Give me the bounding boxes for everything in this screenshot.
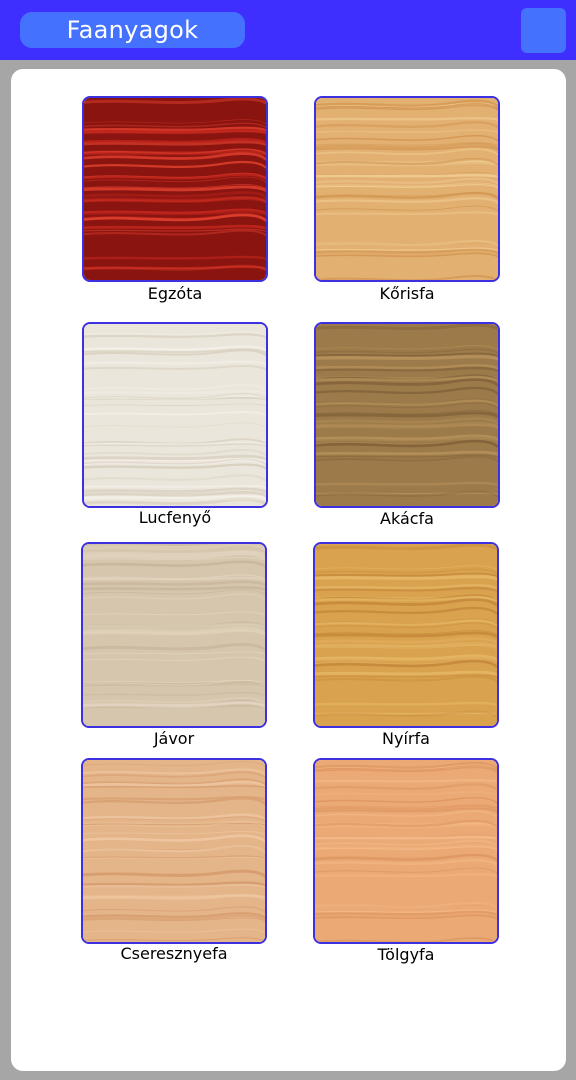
wood-swatch-akacfa[interactable] [314, 322, 500, 508]
wood-swatch-cseresznyefa[interactable] [81, 758, 267, 944]
wood-swatch-tolgyfa[interactable] [313, 758, 499, 944]
wood-texture [316, 324, 498, 506]
wood-swatch-javor[interactable] [81, 542, 267, 728]
wood-label-tolgyfa: Tölgyfa [377, 945, 435, 964]
wood-texture [315, 544, 497, 726]
wood-texture [315, 760, 497, 942]
wood-texture [83, 544, 265, 726]
page-title: Faanyagok [20, 12, 245, 48]
wood-label-egzota: Egzóta [147, 284, 203, 303]
wood-swatch-lucfenyo[interactable] [82, 322, 268, 508]
wood-label-akacfa: Akácfa [380, 509, 434, 528]
wood-label-cseresznyefa: Cseresznyefa [120, 944, 228, 963]
app-header: Faanyagok [0, 0, 576, 60]
wood-swatch-nyirfa[interactable] [313, 542, 499, 728]
menu-button[interactable] [521, 8, 566, 53]
wood-label-javor: Jávor [153, 729, 195, 748]
wood-label-nyirfa: Nyírfa [382, 729, 430, 748]
wood-swatch-korisfa[interactable] [314, 96, 500, 282]
wood-label-lucfenyo: Lucfenyő [138, 508, 212, 527]
wood-texture [83, 760, 265, 942]
wood-swatch-egzota[interactable] [82, 96, 268, 282]
wood-label-korisfa: Kőrisfa [379, 284, 435, 303]
wood-texture [84, 324, 266, 506]
wood-texture [316, 98, 498, 280]
wood-texture [84, 98, 266, 280]
wood-grid-panel: Egzóta Kőrisfa Lucfenyő Akácfa Jávor Nyí… [11, 69, 566, 1071]
